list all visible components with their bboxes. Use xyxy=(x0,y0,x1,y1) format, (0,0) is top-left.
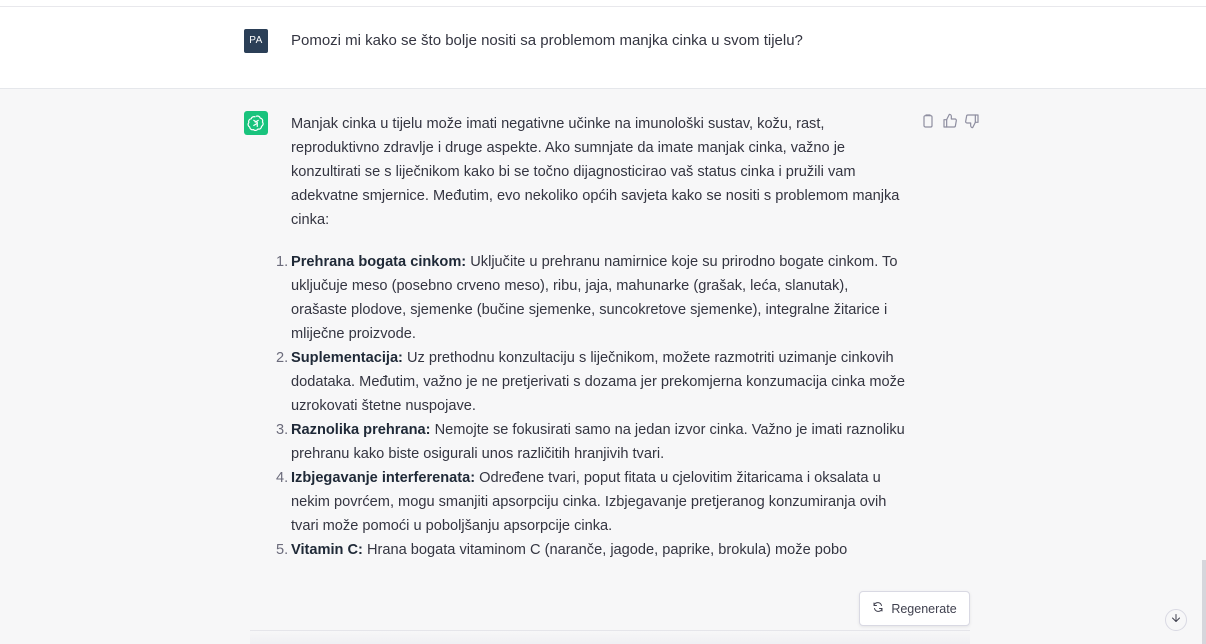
assistant-message-content: Manjak cinka u tijelu može imati negativ… xyxy=(276,112,906,562)
list-item: 5. Vitamin C: Hrana bogata vitaminom C (… xyxy=(276,538,906,562)
list-item: 3. Raznolika prehrana: Nemojte se fokusi… xyxy=(276,418,906,466)
regenerate-label: Regenerate xyxy=(891,601,957,616)
refresh-icon xyxy=(872,601,884,616)
user-avatar: PA xyxy=(244,29,268,53)
clipboard-icon[interactable] xyxy=(920,113,936,129)
list-number: 1. xyxy=(276,254,289,270)
advice-list: 1. Prehrana bogata cinkom: Uključite u p… xyxy=(276,250,906,562)
thumbs-up-icon[interactable] xyxy=(942,113,958,129)
scroll-to-bottom-button[interactable] xyxy=(1165,609,1187,631)
user-message-row: PA Pomozi mi kako se što bolje nositi sa… xyxy=(0,7,1206,89)
chat-page: PA Pomozi mi kako se što bolje nositi sa… xyxy=(0,0,1206,644)
list-number: 5. xyxy=(276,542,289,558)
arrow-down-icon xyxy=(1170,611,1182,629)
input-area-edge xyxy=(250,630,970,644)
list-number: 4. xyxy=(276,470,289,486)
list-item: 2. Suplementacija: Uz prethodnu konzulta… xyxy=(276,346,906,418)
list-item-title: Raznolika prehrana: xyxy=(291,422,431,438)
user-message-text: Pomozi mi kako se što bolje nositi sa pr… xyxy=(291,32,803,49)
scrollbar[interactable] xyxy=(1202,560,1206,644)
chatgpt-logo-icon xyxy=(244,111,268,135)
list-item-title: Vitamin C: xyxy=(291,542,363,558)
list-number: 3. xyxy=(276,422,289,438)
assistant-message-row: Manjak cinka u tijelu može imati negativ… xyxy=(0,89,1206,644)
assistant-intro: Manjak cinka u tijelu može imati negativ… xyxy=(291,116,900,228)
list-item: 4. Izbjegavanje interferenata: Određene … xyxy=(276,466,906,538)
list-number: 2. xyxy=(276,350,289,366)
list-item-title: Prehrana bogata cinkom: xyxy=(291,254,467,270)
regenerate-button[interactable]: Regenerate xyxy=(859,591,970,626)
thumbs-down-icon[interactable] xyxy=(964,113,980,129)
list-item-text: Hrana bogata vitaminom C (naranče, jagod… xyxy=(366,542,848,558)
list-item-title: Izbjegavanje interferenata: xyxy=(291,470,476,486)
message-actions xyxy=(920,113,980,129)
list-item: 1. Prehrana bogata cinkom: Uključite u p… xyxy=(276,250,906,346)
list-item-title: Suplementacija: xyxy=(291,350,403,366)
